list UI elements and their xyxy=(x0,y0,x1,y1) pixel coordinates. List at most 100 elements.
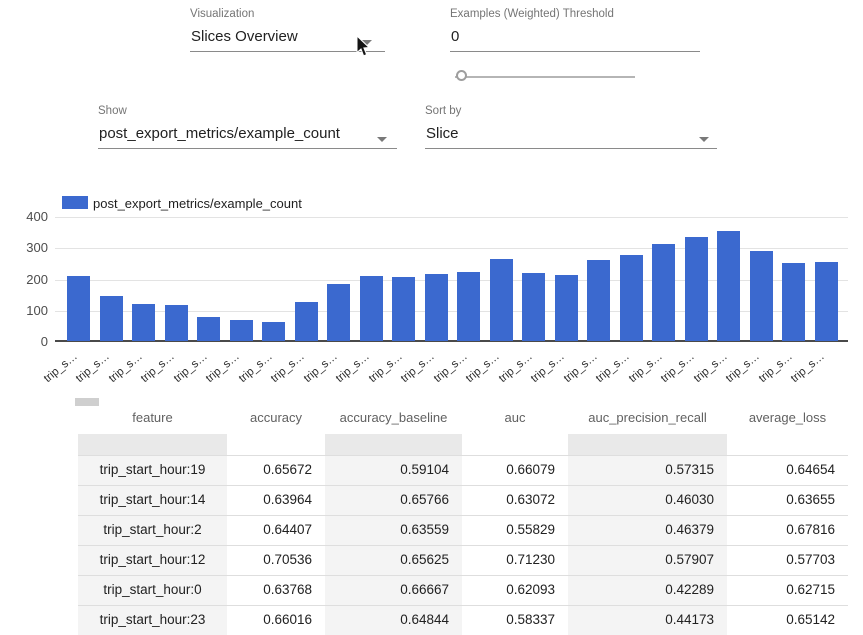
bar[interactable] xyxy=(327,284,350,341)
show-label: Show xyxy=(98,105,397,118)
y-axis-tick-label: 400 xyxy=(8,209,48,224)
metric-cell: 0.44173 xyxy=(568,606,727,635)
table-row[interactable]: trip_start_hour:190.656720.591040.660790… xyxy=(78,455,848,485)
bar[interactable] xyxy=(685,237,708,341)
y-axis-tick-label: 0 xyxy=(8,334,48,349)
column-header[interactable]: feature xyxy=(78,410,227,434)
show-value: post_export_metrics/example_count xyxy=(99,125,340,142)
bar[interactable] xyxy=(165,305,188,341)
column-header[interactable]: auc xyxy=(462,410,568,434)
metric-cell: 0.63964 xyxy=(227,486,325,515)
metric-cell: 0.59104 xyxy=(325,456,462,485)
feature-cell: trip_start_hour:0 xyxy=(78,576,227,605)
sort-by-value: Slice xyxy=(426,125,459,142)
bar[interactable] xyxy=(100,296,123,341)
metric-cell: 0.55829 xyxy=(462,516,568,545)
bar[interactable] xyxy=(425,274,448,341)
column-header[interactable]: accuracy_baseline xyxy=(325,410,462,434)
feature-cell: trip_start_hour:12 xyxy=(78,546,227,575)
legend-label: post_export_metrics/example_count xyxy=(93,196,302,211)
bar[interactable] xyxy=(522,273,545,341)
chevron-down-icon[interactable] xyxy=(699,137,709,142)
threshold-input[interactable]: 0 xyxy=(450,21,700,52)
metric-cell: 0.71230 xyxy=(462,546,568,575)
bar[interactable] xyxy=(620,255,643,341)
column-header[interactable]: average_loss xyxy=(727,410,848,434)
bar[interactable] xyxy=(587,260,610,341)
metric-cell: 0.65142 xyxy=(727,606,848,635)
bar[interactable] xyxy=(197,317,220,341)
metric-cell: 0.64844 xyxy=(325,606,462,635)
filter-cell xyxy=(227,434,325,455)
table-row[interactable]: trip_start_hour:230.660160.648440.583370… xyxy=(78,605,848,635)
bar[interactable] xyxy=(490,259,513,341)
threshold-label: Examples (Weighted) Threshold xyxy=(450,8,700,21)
filter-cell xyxy=(78,434,227,455)
column-header[interactable]: auc_precision_recall xyxy=(568,410,727,434)
column-header[interactable]: accuracy xyxy=(227,410,325,434)
legend-swatch xyxy=(62,196,88,209)
threshold-value: 0 xyxy=(451,28,459,45)
bar[interactable] xyxy=(392,277,415,341)
metric-cell: 0.57315 xyxy=(568,456,727,485)
filter-cell xyxy=(727,434,848,455)
metric-cell: 0.66667 xyxy=(325,576,462,605)
metric-cell: 0.42289 xyxy=(568,576,727,605)
sort-by-dropdown[interactable]: Slice xyxy=(425,118,717,149)
table-row[interactable]: trip_start_hour:00.637680.666670.620930.… xyxy=(78,575,848,605)
bar[interactable] xyxy=(295,302,318,341)
show-field: Show post_export_metrics/example_count xyxy=(98,105,397,149)
metric-cell: 0.57907 xyxy=(568,546,727,575)
slider-thumb[interactable] xyxy=(456,70,467,81)
metrics-table: featureaccuracyaccuracy_baselineaucauc_p… xyxy=(78,400,848,635)
sort-by-field: Sort by Slice xyxy=(425,105,717,149)
metric-cell: 0.57703 xyxy=(727,546,848,575)
feature-cell: trip_start_hour:2 xyxy=(78,516,227,545)
sort-by-label: Sort by xyxy=(425,105,717,118)
bar[interactable] xyxy=(67,276,90,341)
bar[interactable] xyxy=(360,276,383,341)
y-axis-tick-label: 300 xyxy=(8,240,48,255)
feature-cell: trip_start_hour:19 xyxy=(78,456,227,485)
metric-cell: 0.66016 xyxy=(227,606,325,635)
bar[interactable] xyxy=(262,322,285,341)
bar[interactable] xyxy=(555,275,578,341)
metric-cell: 0.46379 xyxy=(568,516,727,545)
metric-cell: 0.65766 xyxy=(325,486,462,515)
threshold-slider[interactable] xyxy=(455,69,635,85)
mouse-cursor xyxy=(356,36,372,58)
metric-cell: 0.63655 xyxy=(727,486,848,515)
gridline xyxy=(55,217,848,218)
metric-cell: 0.70536 xyxy=(227,546,325,575)
metric-cell: 0.65672 xyxy=(227,456,325,485)
bar[interactable] xyxy=(815,262,838,341)
bar[interactable] xyxy=(652,244,675,342)
bar[interactable] xyxy=(457,272,480,341)
metric-cell: 0.46030 xyxy=(568,486,727,515)
visualization-label: Visualization xyxy=(190,8,385,21)
metric-cell: 0.63559 xyxy=(325,516,462,545)
feature-cell: trip_start_hour:14 xyxy=(78,486,227,515)
table-row[interactable]: trip_start_hour:20.644070.635590.558290.… xyxy=(78,515,848,545)
table-body: trip_start_hour:190.656720.591040.660790… xyxy=(78,455,848,635)
visualization-value: Slices Overview xyxy=(191,28,298,45)
bar[interactable] xyxy=(230,320,253,341)
metric-cell: 0.62093 xyxy=(462,576,568,605)
slider-track[interactable] xyxy=(455,76,635,78)
bar[interactable] xyxy=(132,304,155,341)
threshold-field: Examples (Weighted) Threshold 0 xyxy=(450,8,700,52)
plot-area xyxy=(55,217,848,342)
table-row[interactable]: trip_start_hour:120.705360.656250.712300… xyxy=(78,545,848,575)
show-dropdown[interactable]: post_export_metrics/example_count xyxy=(98,118,397,149)
bar[interactable] xyxy=(750,251,773,341)
y-axis-tick-label: 100 xyxy=(8,303,48,318)
metric-cell: 0.63768 xyxy=(227,576,325,605)
table-row[interactable]: trip_start_hour:140.639640.657660.630720… xyxy=(78,485,848,515)
chevron-down-icon[interactable] xyxy=(377,137,387,142)
bar[interactable] xyxy=(782,263,805,341)
metric-cell: 0.66079 xyxy=(462,456,568,485)
metric-cell: 0.64407 xyxy=(227,516,325,545)
filter-cell xyxy=(325,434,462,455)
table-header-row: featureaccuracyaccuracy_baselineaucauc_p… xyxy=(78,400,848,434)
bar[interactable] xyxy=(717,231,740,341)
